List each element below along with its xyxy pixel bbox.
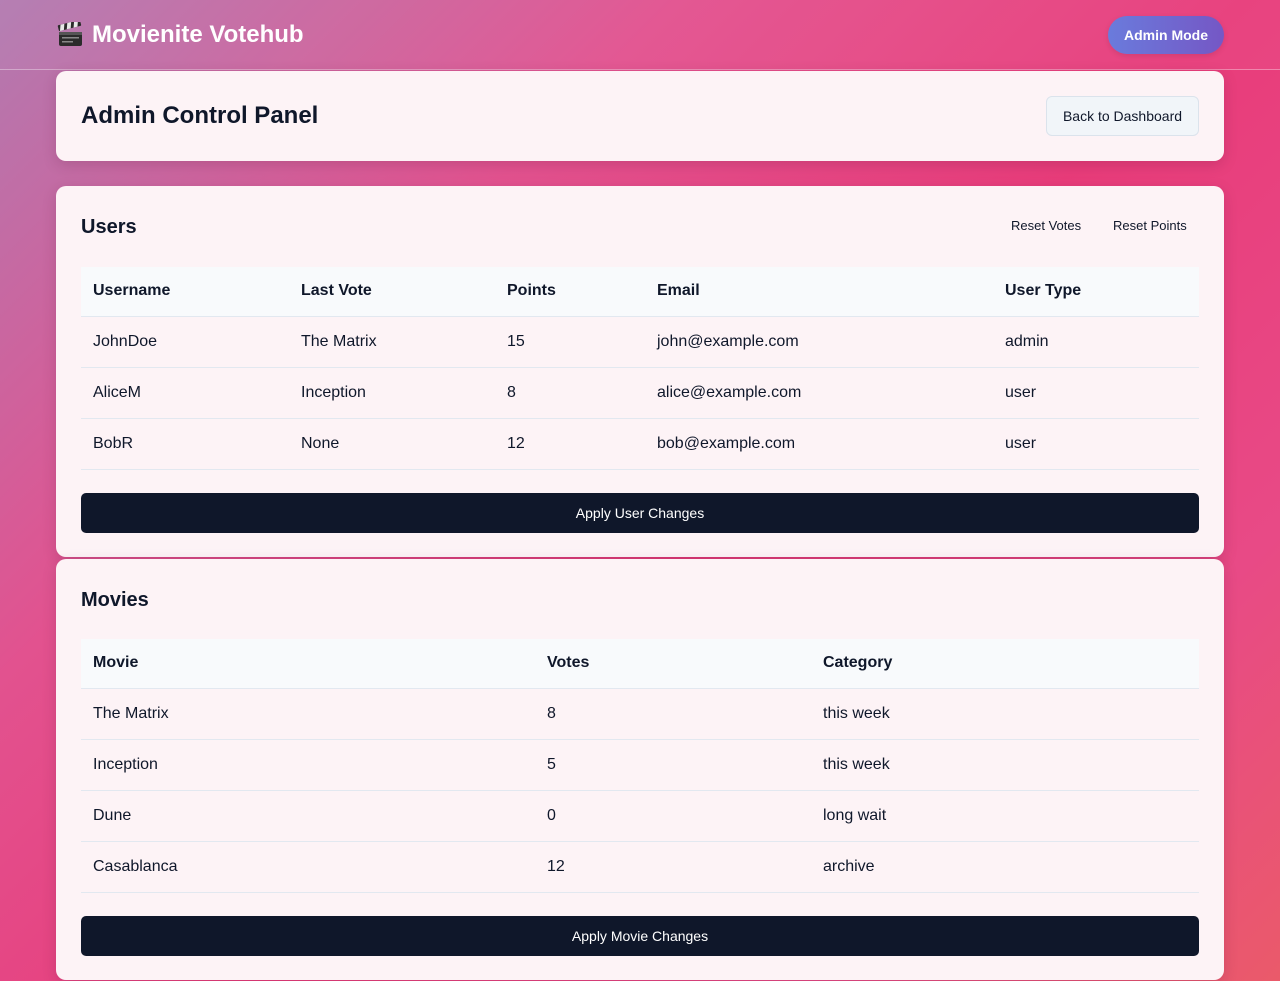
movie-cell: Dune bbox=[81, 790, 535, 842]
votes-cell: 8 bbox=[535, 688, 811, 740]
email-cell: alice@example.com bbox=[645, 367, 993, 419]
votes-cell: 5 bbox=[535, 739, 811, 791]
table-row[interactable]: Inception 5 this week bbox=[81, 739, 1199, 791]
category-cell: archive bbox=[811, 841, 1199, 893]
column-header-points[interactable]: Points bbox=[495, 267, 645, 317]
email-cell: john@example.com bbox=[645, 316, 993, 368]
username-cell: BobR bbox=[81, 418, 289, 470]
reset-points-button[interactable]: Reset Points bbox=[1113, 216, 1187, 236]
app-brand[interactable]: Movienite Votehub bbox=[57, 19, 304, 51]
movies-table: Movie Votes Category The Matrix 8 this w… bbox=[81, 639, 1199, 893]
user-type-cell: user bbox=[993, 367, 1199, 419]
column-header-category[interactable]: Category bbox=[811, 639, 1199, 689]
apply-user-changes-button[interactable]: Apply User Changes bbox=[81, 493, 1199, 533]
votes-cell: 12 bbox=[535, 841, 811, 893]
votes-cell: 0 bbox=[535, 790, 811, 842]
clapper-board-icon bbox=[57, 20, 84, 48]
column-header-email[interactable]: Email bbox=[645, 267, 993, 317]
movies-section-title: Movies bbox=[81, 589, 149, 611]
admin-mode-button[interactable]: Admin Mode bbox=[1108, 16, 1224, 54]
category-cell: this week bbox=[811, 739, 1199, 791]
table-row[interactable]: AliceM Inception 8 alice@example.com use… bbox=[81, 367, 1199, 419]
movies-card: Movies Movie Votes Category The Matrix 8… bbox=[56, 559, 1224, 980]
movie-cell: Inception bbox=[81, 739, 535, 791]
admin-header-card: Admin Control Panel Back to Dashboard bbox=[56, 71, 1224, 161]
apply-movie-changes-button[interactable]: Apply Movie Changes bbox=[81, 916, 1199, 956]
points-cell: 12 bbox=[495, 418, 645, 470]
user-type-cell: admin bbox=[993, 316, 1199, 368]
page-title: Admin Control Panel bbox=[81, 102, 319, 129]
points-cell: 15 bbox=[495, 316, 645, 368]
column-header-username[interactable]: Username bbox=[81, 267, 289, 317]
username-cell: JohnDoe bbox=[81, 316, 289, 368]
table-row[interactable]: Casablanca 12 archive bbox=[81, 841, 1199, 893]
points-cell: 8 bbox=[495, 367, 645, 419]
column-header-movie[interactable]: Movie bbox=[81, 639, 535, 689]
table-row[interactable]: BobR None 12 bob@example.com user bbox=[81, 418, 1199, 470]
username-cell: AliceM bbox=[81, 367, 289, 419]
column-header-last-vote[interactable]: Last Vote bbox=[289, 267, 495, 317]
last-vote-cell: Inception bbox=[289, 367, 495, 419]
movie-cell: Casablanca bbox=[81, 841, 535, 893]
reset-votes-button[interactable]: Reset Votes bbox=[1011, 216, 1081, 236]
last-vote-cell: The Matrix bbox=[289, 316, 495, 368]
movie-cell: The Matrix bbox=[81, 688, 535, 740]
table-row[interactable]: JohnDoe The Matrix 15 john@example.com a… bbox=[81, 316, 1199, 368]
top-navigation-bar: Movienite Votehub Admin Mode bbox=[0, 0, 1280, 70]
category-cell: this week bbox=[811, 688, 1199, 740]
user-type-cell: user bbox=[993, 418, 1199, 470]
users-table: Username Last Vote Points Email User Typ… bbox=[81, 267, 1199, 470]
table-row[interactable]: The Matrix 8 this week bbox=[81, 688, 1199, 740]
last-vote-cell: None bbox=[289, 418, 495, 470]
users-card: Users Reset Votes Reset Points Username … bbox=[56, 186, 1224, 557]
users-section-title: Users bbox=[81, 216, 137, 238]
category-cell: long wait bbox=[811, 790, 1199, 842]
column-header-user-type[interactable]: User Type bbox=[993, 267, 1199, 317]
column-header-votes[interactable]: Votes bbox=[535, 639, 811, 689]
movies-table-header-row: Movie Votes Category bbox=[81, 639, 1199, 689]
app-title: Movienite Votehub bbox=[92, 21, 304, 48]
table-row[interactable]: Dune 0 long wait bbox=[81, 790, 1199, 842]
users-table-header-row: Username Last Vote Points Email User Typ… bbox=[81, 267, 1199, 317]
back-to-dashboard-button[interactable]: Back to Dashboard bbox=[1046, 96, 1199, 136]
email-cell: bob@example.com bbox=[645, 418, 993, 470]
